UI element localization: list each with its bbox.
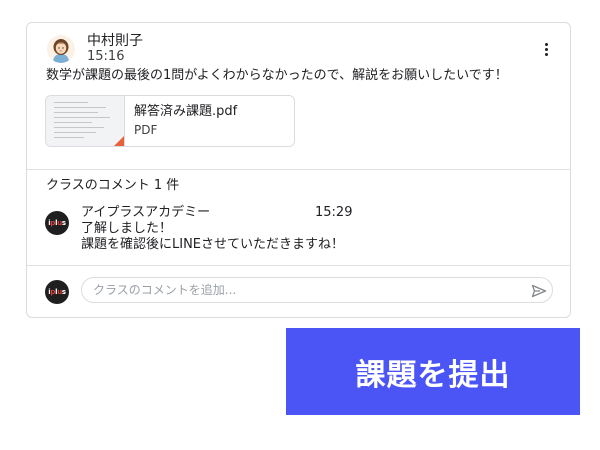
comment-author: アイプラスアカデミー <box>81 205 211 220</box>
academy-logo: iplus <box>48 219 66 227</box>
submit-assignment-button[interactable]: 課題を提出 <box>286 328 580 415</box>
comments-title: クラスのコメント 1 件 <box>46 178 180 193</box>
academy-avatar: iplus <box>45 280 69 304</box>
comment-composer: iplus <box>45 277 555 307</box>
divider <box>27 265 570 266</box>
divider <box>27 169 570 170</box>
attachment-name: 解答済み課題.pdf <box>134 104 238 119</box>
comment-item: iplus アイプラスアカデミー 15:29 了解しました！ 課題を確認後にLI… <box>45 205 555 257</box>
more-dot <box>544 47 548 51</box>
pdf-thumbnail <box>46 96 125 146</box>
user-avatar <box>47 35 75 63</box>
post-card: 中村則子 15:16 数学が課題の最後の1問がよくわからなかったので、解説をお願… <box>26 22 571 318</box>
academy-avatar: iplus <box>45 211 69 235</box>
pdf-fold-icon <box>114 136 124 146</box>
more-dot <box>544 42 548 46</box>
more-dot <box>544 52 548 56</box>
academy-logo: iplus <box>48 288 66 296</box>
more-vert-icon[interactable] <box>541 39 551 59</box>
attachment-card[interactable]: 解答済み課題.pdf PDF <box>45 95 295 147</box>
post-time: 15:16 <box>87 49 125 64</box>
post-author: 中村則子 <box>87 33 143 49</box>
post-header: 中村則子 15:16 <box>47 33 552 67</box>
post-body: 数学が課題の最後の1問がよくわからなかったので、解説をお願いしたいです！ <box>46 68 508 83</box>
comment-line: 了解しました！ <box>81 221 173 236</box>
send-icon[interactable] <box>531 283 547 298</box>
comment-line: 課題を確認後にLINEさせていただきますね！ <box>81 237 345 252</box>
attachment-type: PDF <box>134 123 158 137</box>
comment-input[interactable] <box>81 277 553 303</box>
comment-time: 15:29 <box>315 205 353 220</box>
